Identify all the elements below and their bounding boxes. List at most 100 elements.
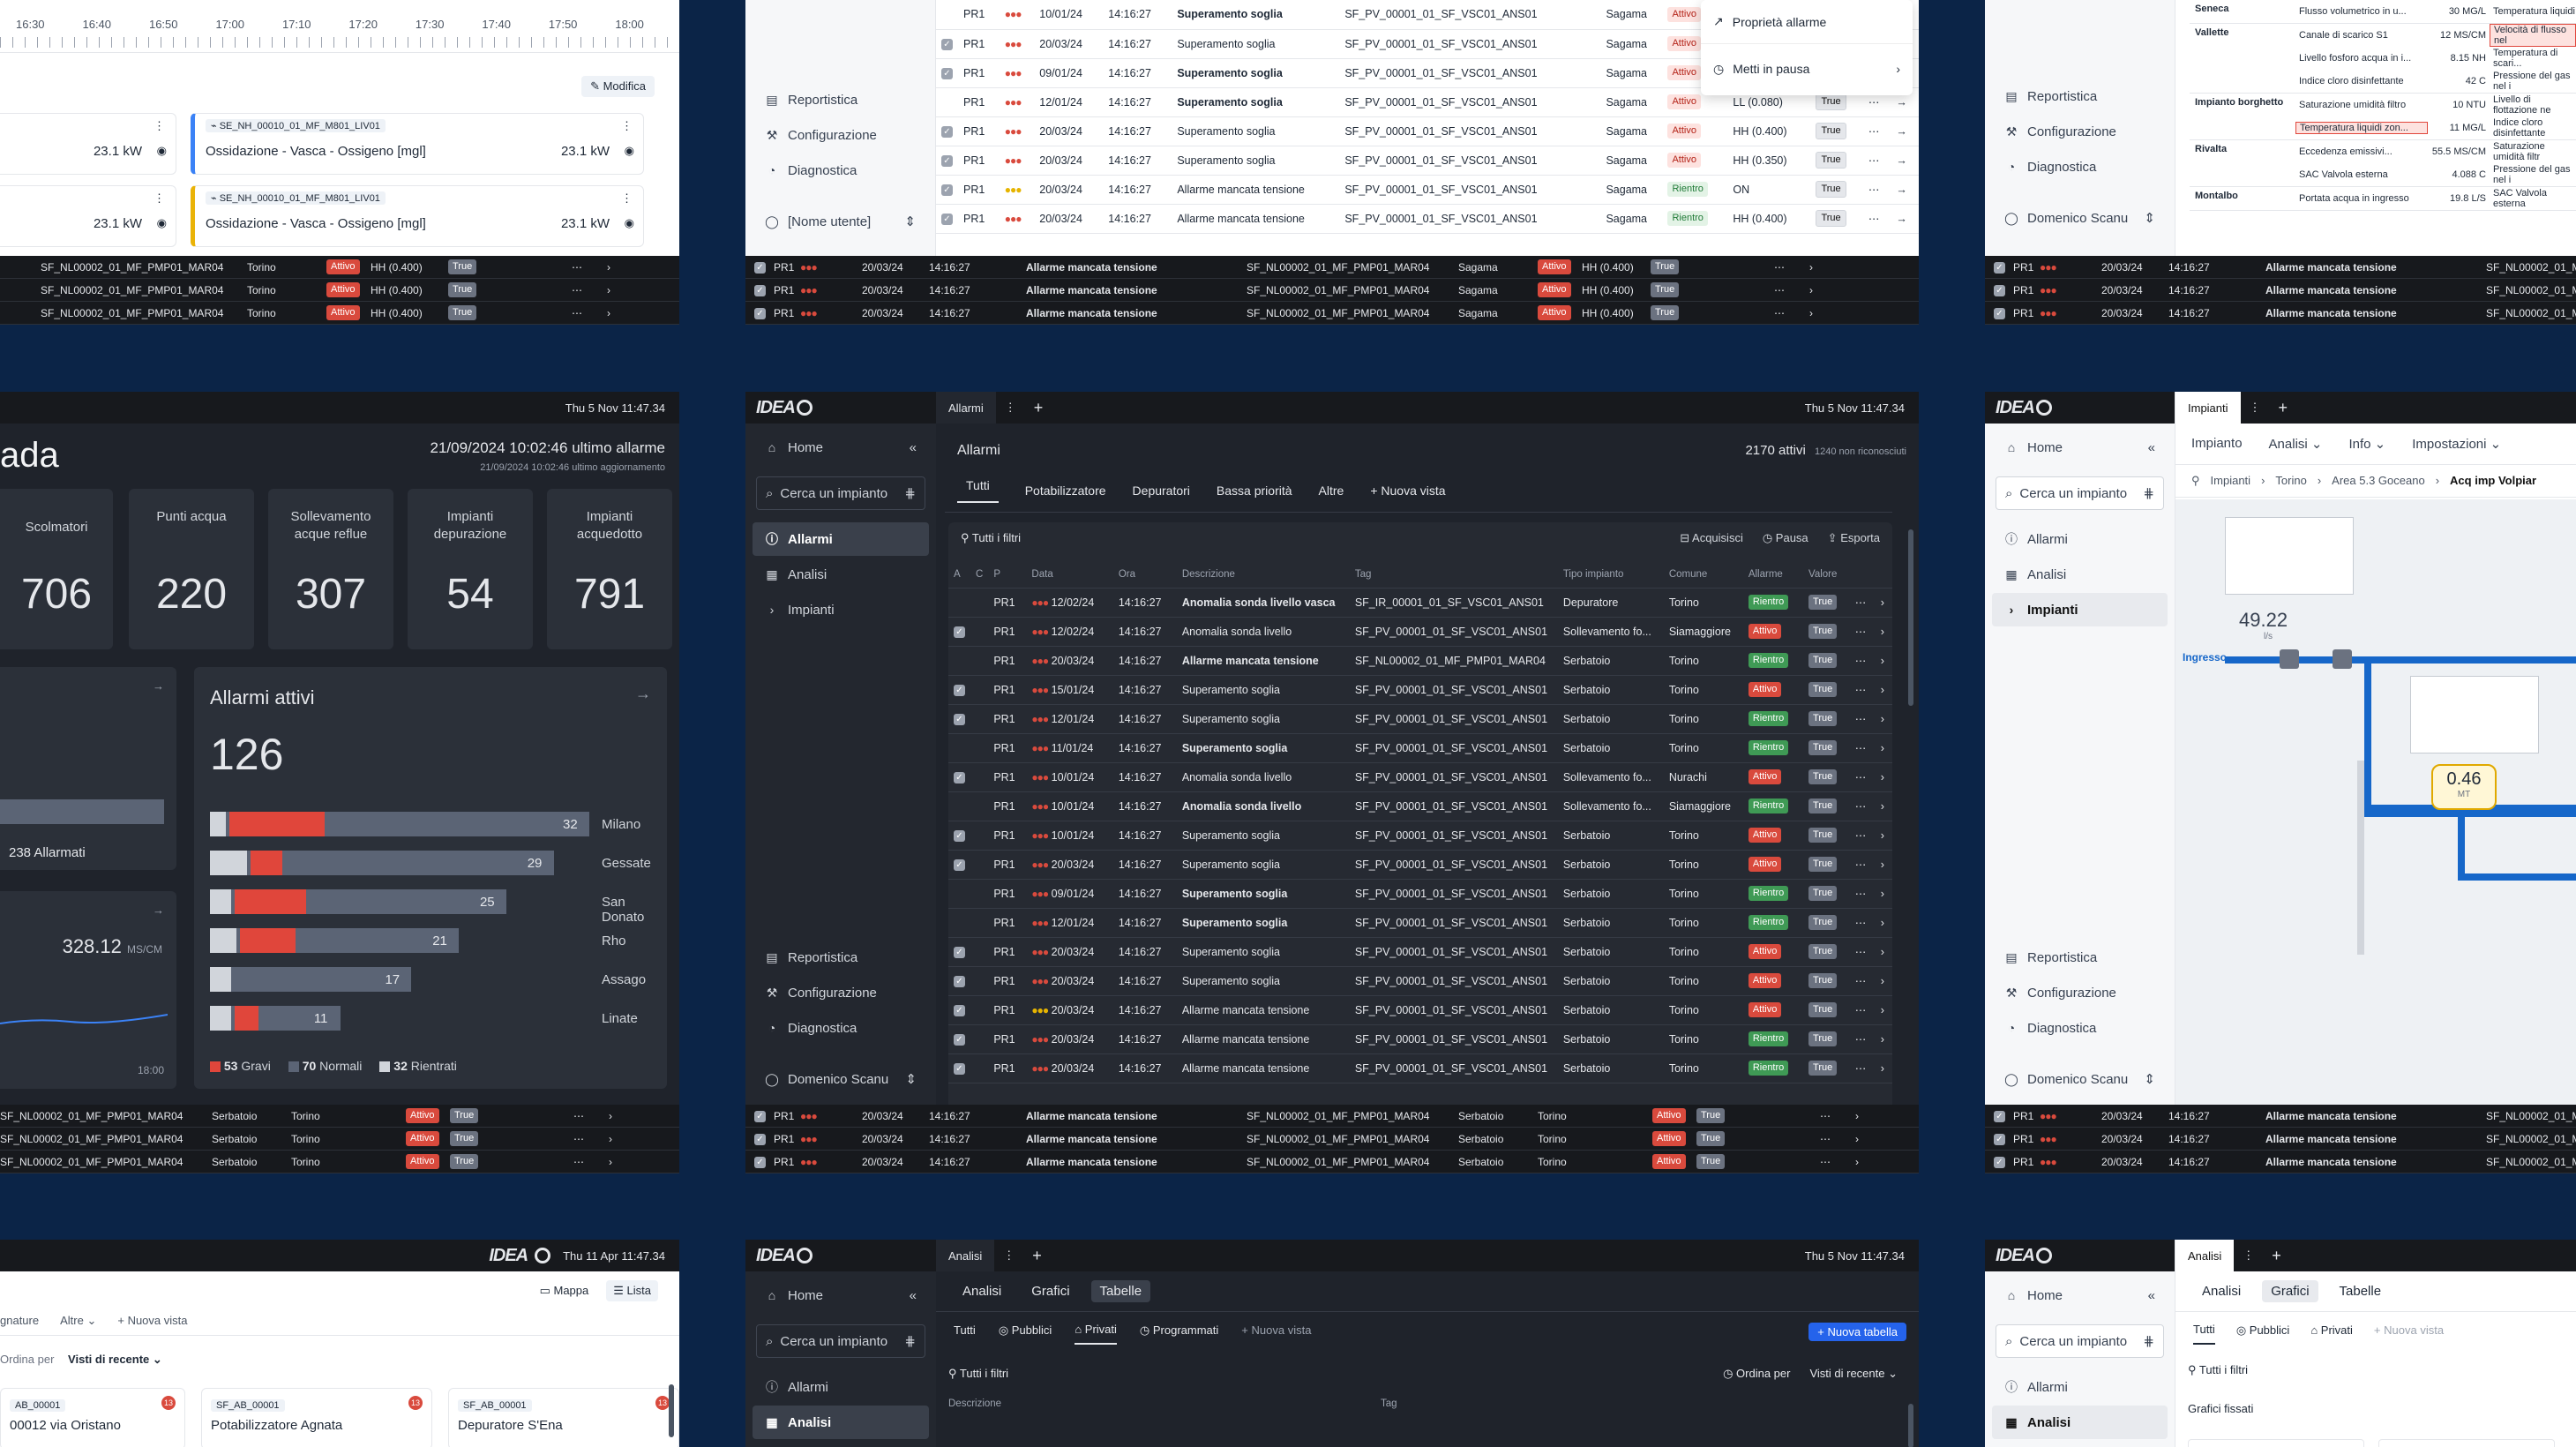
filter-altre[interactable]: Altre ⌄ <box>60 1314 96 1328</box>
filters-button[interactable]: ⚲ Tutti i filtri <box>2188 1363 2248 1377</box>
nav-diagnostica[interactable]: ◔ Diagnostica <box>1992 1011 2168 1045</box>
eye-icon[interactable]: ◉ <box>157 216 167 230</box>
strip-row[interactable]: ✓ PR1 ●●● 20/03/24 14:16:27 Allarme manc… <box>0 1128 679 1151</box>
chevron-right-icon[interactable]: › <box>1875 791 1892 821</box>
subtab-1[interactable]: Grafici <box>1022 1280 1078 1302</box>
breadcrumb-item[interactable]: Impianti <box>2211 474 2251 488</box>
strip-row[interactable]: SF_NL00002_01_MF_PMP01_MAR04 Torino Atti… <box>0 279 679 302</box>
chevron-right-icon[interactable]: › <box>607 307 610 319</box>
filters-button[interactable]: ⚲ Tutti i filtri <box>961 531 1021 545</box>
table-row[interactable]: PR1 ●●● 11/01/24 14:16:27 Superamento so… <box>948 733 1892 763</box>
stat-card[interactable]: Scolmatori 706 <box>0 489 113 649</box>
chevron-right-icon[interactable]: › <box>1875 646 1892 676</box>
ack-cell[interactable]: ✓ <box>936 58 958 88</box>
chevron-right-icon[interactable]: › <box>1875 617 1892 647</box>
chevron-right-icon[interactable]: › <box>609 1110 612 1122</box>
nav-allarmi[interactable]: ⓘ Allarmi <box>1992 1370 2168 1404</box>
search-input[interactable]: ⌕ Cerca un impianto ⋕ <box>1996 476 2164 510</box>
action-0[interactable]: ⊟ Acquisisci <box>1680 531 1743 545</box>
new-view-button[interactable]: + Nuova vista <box>1241 1323 1311 1344</box>
subtab-0[interactable]: Analisi <box>2193 1280 2250 1302</box>
bar-row[interactable]: 11 Linate <box>210 1006 667 1031</box>
ack-cell[interactable]: ✓ <box>948 762 970 792</box>
stat-card[interactable]: Punti acqua 220 <box>129 489 254 649</box>
chevron-right-icon[interactable]: › <box>1875 821 1892 851</box>
breadcrumb-item[interactable]: Torino <box>2275 474 2306 488</box>
tab-allarmi[interactable]: Allarmi <box>936 392 996 424</box>
value-card[interactable]: ⌁ SE_NH_00010_01_MF_M801_LIV01 Ossidazio… <box>191 185 644 247</box>
nav-analisi[interactable]: ▦ Analisi <box>753 1406 929 1439</box>
more-icon[interactable]: ⋯ <box>1849 617 1876 647</box>
metric-row[interactable]: Portata acqua in ingresso 19.8 L/S SAC V… <box>2295 187 2576 210</box>
table-row[interactable]: ✓ PR1 ●●● 15/01/24 14:16:27 Superamento … <box>948 675 1892 705</box>
more-icon[interactable]: ⋮ <box>154 191 165 206</box>
chevron-right-icon[interactable]: › <box>1875 1053 1892 1083</box>
view-tab-0[interactable]: Tutti <box>2193 1323 2215 1345</box>
table-row[interactable]: ✓ PR1 ●●● 20/03/24 14:16:27 Allarme manc… <box>948 1053 1892 1083</box>
table-row[interactable]: ✓ PR1 ●●● 20/03/24 14:16:27 Allarme manc… <box>936 175 1919 205</box>
scrollbar[interactable] <box>669 1384 674 1437</box>
collapse-icon[interactable]: « <box>2148 1288 2155 1303</box>
col-header[interactable]: Tipo impianto <box>1557 561 1664 589</box>
view-tab-0[interactable]: Tutti <box>954 1323 976 1344</box>
table-row[interactable]: PR1 ●●● 12/02/24 14:16:27 Anomalia sonda… <box>948 588 1892 618</box>
tab-analisi[interactable]: Analisi <box>936 1240 995 1271</box>
bar-row[interactable]: 17 Assago <box>210 967 667 992</box>
nav-home[interactable]: ⌂ Home « <box>753 1278 929 1312</box>
ack-cell[interactable]: ✓ <box>948 1024 970 1054</box>
more-icon[interactable]: ⋯ <box>1820 1133 1855 1145</box>
breadcrumb-item[interactable]: Acq imp Volpiar <box>2450 474 2536 488</box>
bar-row[interactable]: 21 Rho <box>210 928 667 953</box>
tab-menu-icon[interactable]: ⋮ <box>996 401 1025 415</box>
user-menu[interactable]: ◯ Domenico Scanu ⇕ <box>1992 1062 2168 1096</box>
nav-allarmi[interactable]: ⓘ Allarmi <box>753 1370 929 1404</box>
ack-cell[interactable]: ✓ <box>948 1053 970 1083</box>
table-row[interactable]: ✓ PR1 ●●● 10/01/24 14:16:27 Superamento … <box>948 821 1892 851</box>
view-tab-1[interactable]: ◎ Pubblici <box>2236 1323 2290 1345</box>
strip-row[interactable]: ✓ PR1 ●●● 20/03/24 14:16:27 Allarme manc… <box>1985 1128 2576 1151</box>
nav-configurazione[interactable]: ⚒ Configurazione <box>1992 976 2168 1009</box>
ack-cell[interactable]: ✓ <box>948 821 970 851</box>
more-icon[interactable]: ⋯ <box>1820 1156 1855 1168</box>
chevron-right-icon[interactable]: › <box>1875 908 1892 938</box>
more-icon[interactable]: ⋯ <box>573 1133 609 1145</box>
more-icon[interactable]: ⋯ <box>1862 116 1891 146</box>
metric-row[interactable]: Livello fosforo acqua in i... 8.15 NH Te… <box>2295 47 2576 70</box>
ack-cell[interactable]: ✓ <box>936 175 958 205</box>
ack-cell[interactable]: ✓ <box>936 116 958 146</box>
ack-cell[interactable]: ✓ <box>936 146 958 176</box>
tab-menu-icon[interactable]: ⋮ <box>994 1248 1023 1263</box>
view-1[interactable]: ☰ Lista <box>606 1280 658 1301</box>
nav-diagnostica[interactable]: ◔ Diagnostica <box>1992 150 2168 184</box>
new-tab-icon[interactable]: + <box>2270 399 2297 417</box>
nav-analisi[interactable]: ▦ Analisi <box>1992 558 2168 591</box>
subtab-2[interactable]: Tabelle <box>1090 1280 1151 1302</box>
ack-cell[interactable]: ✓ <box>948 850 970 880</box>
chart-card[interactable] <box>2188 1439 2364 1447</box>
subtab-1[interactable]: Grafici <box>2262 1280 2318 1302</box>
chevron-right-icon[interactable]: › <box>607 284 610 296</box>
chevron-right-icon[interactable]: › <box>1875 762 1892 792</box>
nav-home[interactable]: ⌂ Home « <box>1992 1278 2168 1312</box>
ack-cell[interactable] <box>948 908 970 938</box>
ack-cell[interactable]: ✓ <box>948 675 970 705</box>
tab-2[interactable]: Depuratori <box>1133 484 1190 498</box>
nav-home[interactable]: ⌂ Home « <box>753 431 929 464</box>
menu-0[interactable]: Impianto <box>2191 436 2243 452</box>
metric-row[interactable]: Indice cloro disinfettante 42 C Pression… <box>2295 70 2576 93</box>
action-2[interactable]: ⇪ Esporta <box>1828 531 1880 545</box>
table-row[interactable]: ✓ PR1 ●●● 20/03/24 14:16:27 Allarme manc… <box>936 204 1919 234</box>
subtab-0[interactable]: Analisi <box>954 1280 1010 1302</box>
view-tab-1[interactable]: ◎ Pubblici <box>999 1323 1052 1345</box>
nav-impianti[interactable]: › Impianti <box>753 593 929 626</box>
more-icon[interactable]: ⋯ <box>1849 675 1876 705</box>
nav-allarmi[interactable]: ⓘ Allarmi <box>753 522 929 556</box>
plant-card[interactable]: AB_00001 13 00012 via Oristano <box>0 1388 185 1447</box>
table-row[interactable]: ✓ PR1 ●●● 12/02/24 14:16:27 Anomalia son… <box>948 617 1892 647</box>
chevron-right-icon[interactable]: › <box>607 261 610 274</box>
more-icon[interactable]: ⋯ <box>1849 937 1876 967</box>
user-menu[interactable]: ◯ [Nome utente] ⇕ <box>753 205 928 238</box>
collapse-icon[interactable]: « <box>2148 440 2155 455</box>
ack-cell[interactable] <box>948 879 970 909</box>
more-icon[interactable]: ⋯ <box>572 284 607 296</box>
